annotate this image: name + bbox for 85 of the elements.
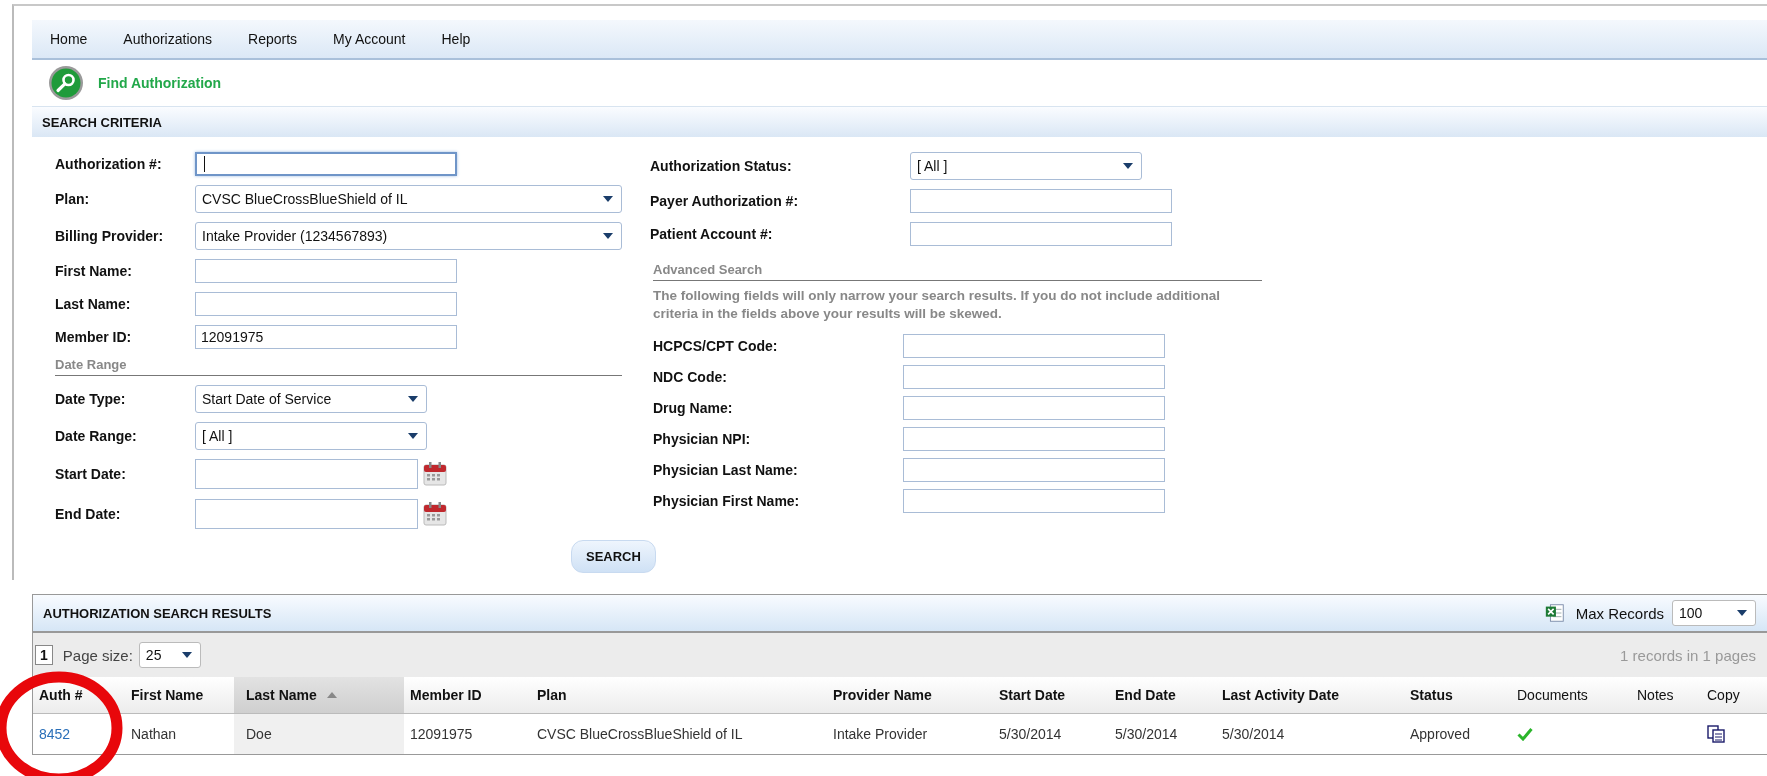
input-field[interactable] — [903, 426, 1165, 451]
field-label: Billing Provider: — [55, 227, 165, 244]
table-cell: Intake Provider — [833, 726, 928, 742]
column-header[interactable]: Provider Name — [827, 677, 993, 713]
column-header[interactable]: Auth # — [33, 677, 125, 713]
page-link[interactable]: 1 — [35, 645, 53, 665]
column-header[interactable]: Start Date — [993, 677, 1109, 713]
search-button[interactable]: SEARCH — [571, 540, 656, 573]
field-label: Date Range: — [55, 427, 138, 444]
page-size-dropdown[interactable]: 25 — [138, 642, 201, 668]
column-header[interactable]: Documents — [1511, 677, 1631, 713]
input-field[interactable] — [910, 221, 1172, 246]
menu-item[interactable]: Help — [441, 31, 471, 47]
copy-icon[interactable] — [1707, 725, 1725, 743]
hint-text: The following fields will only narrow your search results. If you do not include additional criteria in the fields above your results will be skewed. — [653, 287, 1222, 323]
dropdown[interactable]: CVSC BlueCrossBlueShield of IL — [195, 184, 622, 213]
input-field[interactable] — [903, 488, 1165, 513]
field-label: HCPCS/CPT Code: — [653, 337, 779, 354]
field-label: Last Name: — [55, 295, 132, 312]
field-label: Drug Name: — [653, 399, 734, 416]
column-header[interactable]: Member ID — [404, 677, 531, 713]
dropdown[interactable]: [ All ] — [910, 151, 1142, 180]
column-header[interactable]: Copy — [1701, 677, 1761, 713]
section-heading: Advanced Search — [653, 262, 1262, 281]
column-header[interactable]: Plan — [531, 677, 827, 713]
calendar-icon[interactable] — [422, 461, 448, 487]
table-cell: 5/30/2014 — [1222, 726, 1285, 742]
table-cell: 5/30/2014 — [999, 726, 1062, 742]
field-label: Authorization #: — [55, 155, 163, 172]
calendar-icon[interactable] — [422, 501, 448, 527]
section-header: SEARCH CRITERIA — [32, 107, 1767, 137]
field-label: Authorization Status: — [650, 157, 793, 174]
table-cell: Nathan — [131, 726, 177, 742]
table-cell: Doe — [246, 726, 272, 742]
column-header[interactable]: Last Activity Date — [1216, 677, 1404, 713]
input-field[interactable] — [910, 188, 1172, 213]
field-label: Physician First Name: — [653, 492, 801, 509]
input-field[interactable] — [903, 457, 1165, 482]
field-label: Physician Last Name: — [653, 461, 799, 478]
dropdown[interactable]: Start Date of Service — [195, 384, 427, 413]
magnifier-icon — [48, 65, 84, 101]
column-header[interactable]: Status — [1404, 677, 1511, 713]
auth-link[interactable]: 8452 — [39, 726, 71, 742]
input-field[interactable] — [903, 395, 1165, 420]
column-header[interactable]: Notes — [1631, 677, 1701, 713]
menu-item[interactable]: Authorizations — [123, 31, 213, 47]
column-header[interactable]: End Date — [1109, 677, 1216, 713]
dropdown[interactable]: [ All ] — [195, 421, 427, 450]
section-heading: Date Range — [55, 357, 622, 376]
max-records-label: Max Records — [1575, 604, 1664, 622]
table-cell: Approved — [1410, 726, 1470, 742]
field-label: Plan: — [55, 190, 91, 207]
check-icon — [1517, 727, 1533, 741]
field-label: NDC Code: — [653, 368, 728, 385]
page-title: Find Authorization — [98, 75, 222, 91]
spreadsheet-icon[interactable] — [1543, 602, 1566, 624]
table-cell: 12091975 — [410, 726, 473, 742]
input-field[interactable] — [903, 364, 1165, 389]
results-title: AUTHORIZATION SEARCH RESULTS — [43, 605, 273, 621]
menu-item[interactable]: Reports — [248, 31, 298, 47]
column-header[interactable]: First Name — [125, 677, 234, 713]
field-label: Physician NPI: — [653, 430, 752, 447]
records-summary: 1 records in 1 pages — [1620, 646, 1756, 664]
input-field[interactable]: 12091975 — [195, 324, 457, 349]
table-cell: CVSC BlueCrossBlueShield of IL — [537, 726, 743, 742]
menu-item[interactable]: My Account — [333, 31, 406, 47]
field-label: Payer Authorization #: — [650, 192, 800, 209]
date-field[interactable] — [195, 459, 418, 489]
menu-item[interactable]: Home — [50, 31, 88, 47]
field-label: Date Type: — [55, 390, 127, 407]
field-label: End Date: — [55, 506, 122, 522]
field-label: Member ID: — [55, 328, 133, 345]
field-label: Start Date: — [55, 466, 127, 482]
input-field[interactable] — [903, 333, 1165, 358]
input-field[interactable] — [195, 151, 457, 176]
input-field[interactable] — [195, 291, 457, 316]
field-label: Patient Account #: — [650, 225, 774, 242]
dropdown[interactable]: Intake Provider (1234567893) — [195, 221, 622, 250]
input-field[interactable] — [195, 258, 457, 283]
max-records-dropdown[interactable]: 100 — [1672, 600, 1756, 626]
date-field[interactable] — [195, 499, 418, 529]
column-header[interactable]: Last Name — [234, 677, 404, 713]
page-size-label: Page size: — [62, 646, 133, 664]
field-label: First Name: — [55, 262, 134, 279]
table-cell: 5/30/2014 — [1115, 726, 1178, 742]
